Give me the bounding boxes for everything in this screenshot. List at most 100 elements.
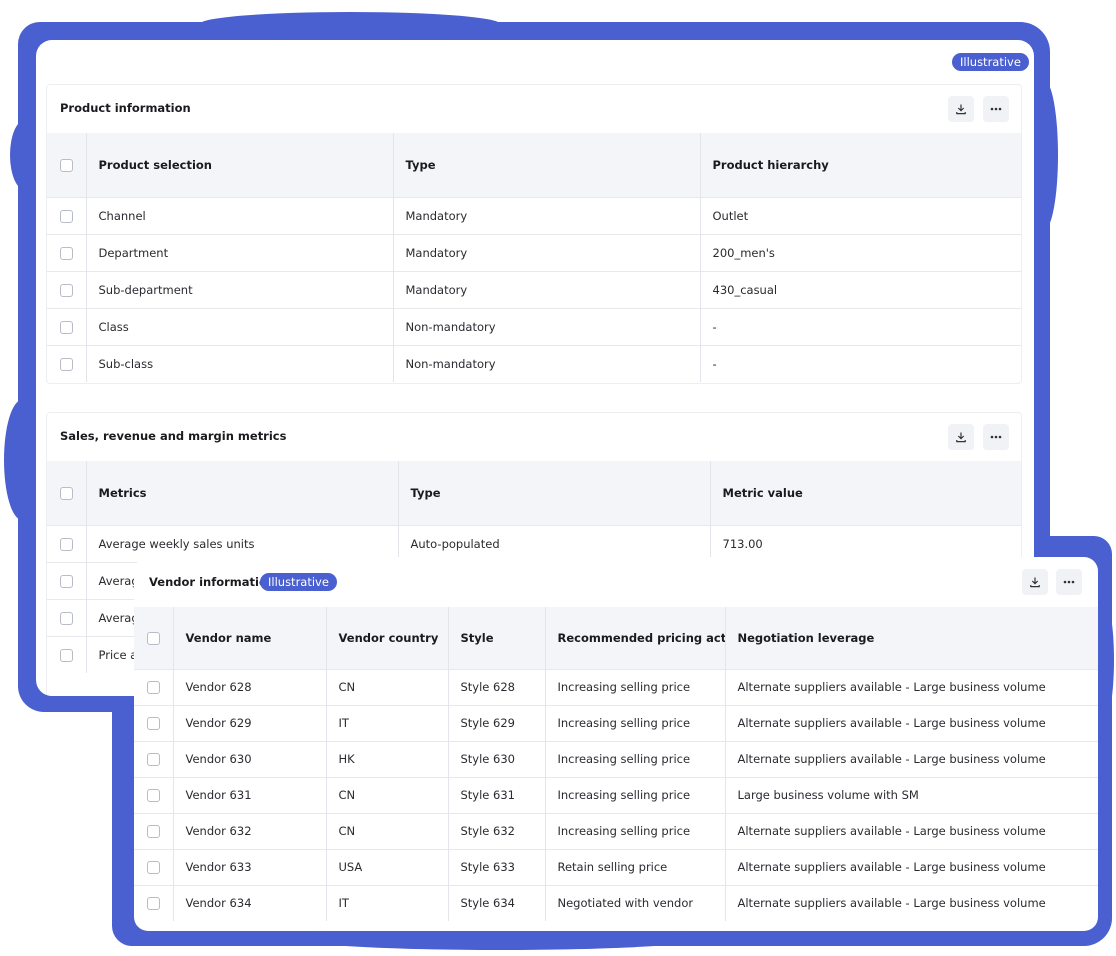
table-cell: Style 634 [448,884,546,921]
table-cell: USA [326,848,449,885]
table-cell: Increasing selling price [545,740,726,777]
card-title: Sales, revenue and margin metrics [60,429,287,443]
table-cell: Style 629 [448,704,546,741]
table-cell: Increasing selling price [545,776,726,813]
brush-splatter [200,12,500,36]
checkbox-cell [47,344,87,382]
table-cell: HK [326,740,449,777]
table-cell: Class [86,307,394,345]
card-title: Product information [60,101,191,115]
row-checkbox[interactable] [146,897,160,911]
download-icon [956,432,966,443]
table-cell: Increasing selling price [545,704,726,741]
checkbox-cell [47,635,87,673]
table-cell: Channel [86,196,394,234]
table-cell: Style 628 [448,668,546,705]
checkbox-cell [134,848,174,885]
table-cell: CN [326,776,449,813]
table-cell: Large business volume with SM [725,776,1098,813]
more-options-button[interactable] [983,424,1009,450]
card-title: Vendor information [149,575,276,589]
row-checkbox[interactable] [59,611,73,625]
table-cell: Retain selling price [545,848,726,885]
more-horizontal-icon [1063,580,1075,584]
row-checkbox[interactable] [146,825,160,838]
table-cell: - [700,307,1021,345]
table-cell: 430_casual [700,270,1021,308]
checkbox-cell [47,561,87,599]
row-checkbox[interactable] [146,717,160,730]
download-button[interactable] [1022,569,1048,595]
illustrative-badge: Illustrative [952,53,1029,71]
column-header[interactable]: Style [448,607,546,669]
column-header[interactable]: Vendor name [173,607,327,669]
table-cell: Alternate suppliers available - Large bu… [725,812,1098,849]
product-information-card: Product information Product selection Ty… [46,84,1022,384]
table-cell: Increasing selling price [545,812,726,849]
table-cell: Non-mandatory [393,344,701,382]
table-cell: Increasing selling price [545,668,726,705]
select-all-checkbox[interactable] [59,486,73,500]
table-cell: Sub-class [86,344,394,382]
column-header[interactable]: Type [398,461,711,525]
row-checkbox[interactable] [146,753,160,766]
column-header[interactable]: Product hierarchy [700,133,1021,197]
column-header[interactable]: Negotiation leverage [725,607,1098,669]
checkbox-cell [134,812,174,849]
row-checkbox[interactable] [59,283,73,297]
table-cell: Alternate suppliers available - Large bu… [725,848,1098,885]
checkbox-cell [134,884,174,921]
column-header[interactable]: Metrics [86,461,399,525]
row-checkbox[interactable] [146,789,160,802]
more-options-button[interactable] [1056,569,1082,595]
brush-splatter [300,928,700,950]
illustrative-badge: Illustrative [260,573,337,591]
checkbox-cell [47,524,87,562]
row-checkbox[interactable] [59,320,73,334]
brush-splatter [4,400,40,520]
table-cell: Mandatory [393,270,701,308]
column-header[interactable]: Product selection [86,133,394,197]
download-icon [1030,577,1040,588]
column-header[interactable]: Metric value [710,461,1021,525]
table-cell: Department [86,233,394,271]
table-cell: Alternate suppliers available - Large bu… [725,884,1098,921]
table-row: Vendor 629 IT Style 629 Increasing selli… [134,704,1098,741]
table-header-row: Product selection Type Product hierarchy [47,133,1021,197]
row-checkbox[interactable] [59,648,73,662]
table-cell: Style 631 [448,776,546,813]
select-all-checkbox[interactable] [59,158,73,172]
table-cell: IT [326,884,449,921]
row-checkbox[interactable] [59,537,73,551]
select-all-checkbox[interactable] [146,631,160,645]
download-button[interactable] [948,96,974,122]
card-header: Vendor information Illustrative [134,557,1098,607]
table-cell: Mandatory [393,233,701,271]
column-header[interactable]: Type [393,133,701,197]
table-row: Channel Mandatory Outlet [47,196,1021,234]
table-cell: Vendor 634 [173,884,327,921]
checkbox-cell [47,307,87,345]
row-checkbox[interactable] [59,209,73,223]
table-row: Department Mandatory 200_men's [47,233,1021,271]
row-checkbox[interactable] [59,357,73,371]
column-header[interactable]: Recommended pricing action [545,607,726,669]
checkbox-cell [47,196,87,234]
row-checkbox[interactable] [59,246,73,260]
brush-splatter [1030,80,1058,230]
table-cell: CN [326,668,449,705]
card-header: Product information [47,85,1021,133]
row-checkbox[interactable] [59,574,73,588]
table-cell: Alternate suppliers available - Large bu… [725,740,1098,777]
table-cell: Alternate suppliers available - Large bu… [725,668,1098,705]
table-row: Vendor 631 CN Style 631 Increasing selli… [134,776,1098,813]
more-options-button[interactable] [983,96,1009,122]
row-checkbox[interactable] [146,861,160,874]
column-header[interactable]: Vendor country [326,607,449,669]
table-row: Class Non-mandatory - [47,307,1021,345]
table-cell: - [700,344,1021,382]
download-button[interactable] [948,424,974,450]
select-all-cell [47,461,87,525]
table-row: Sub-class Non-mandatory - [47,344,1021,382]
row-checkbox[interactable] [146,681,160,694]
